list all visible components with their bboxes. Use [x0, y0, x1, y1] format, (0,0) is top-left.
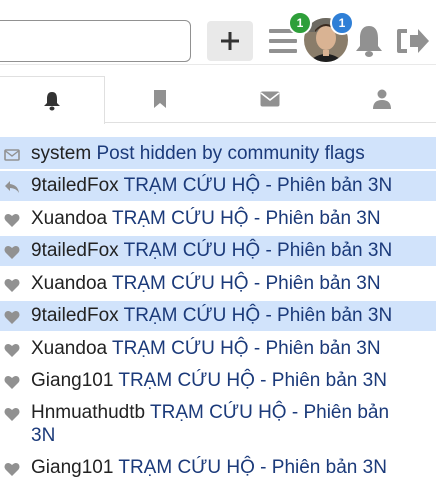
bookmark-icon [154, 90, 166, 108]
plus-icon [221, 32, 239, 50]
notification-text[interactable]: TRẠM CỨU HỘ - Phiên bản 3N [118, 457, 387, 478]
heart-icon [4, 278, 20, 292]
search-input[interactable] [0, 20, 191, 62]
notification-username: Xuandoa [31, 338, 108, 359]
heart-icon [4, 407, 20, 421]
notification-text[interactable]: TRẠM CỨU HỘ - Phiên bản 3N [118, 370, 387, 391]
notification-username: 9tailedFox [31, 175, 119, 196]
heart-icon [4, 343, 20, 357]
heart-icon [4, 213, 20, 227]
notification-username: system [31, 143, 92, 164]
notification-username: Giang101 [31, 370, 114, 391]
notification-text[interactable]: TRẠM CỨU HỘ - Phiên bản 3N [112, 208, 381, 229]
avatar-notification-badge: 1 [330, 11, 354, 35]
site-header: 1 1 [0, 0, 436, 65]
notification-username: 9tailedFox [31, 305, 119, 326]
heart-icon [4, 310, 20, 324]
notification-text[interactable]: TRẠM CỨU HỘ - Phiên bản 3N [112, 273, 381, 294]
heart-icon [4, 375, 20, 389]
notification-item[interactable]: Giang101 TRẠM CỨU HỘ - Phiên bản 3N [0, 366, 436, 396]
tab-messages[interactable] [218, 76, 322, 122]
notification-text[interactable]: TRẠM CỨU HỘ - Phiên bản 3N [124, 305, 393, 326]
notification-text[interactable]: TRẠM CỨU HỘ - Phiên bản 3N [112, 338, 381, 359]
notification-username: Xuandoa [31, 273, 108, 294]
menu-notification-badge: 1 [288, 11, 312, 35]
tab-bookmarks[interactable] [108, 76, 212, 122]
user-menu-tabs [0, 76, 436, 124]
notification-text[interactable]: TRẠM CỨU HỘ - Phiên bản 3N [124, 240, 393, 261]
notification-text[interactable]: TRẠM CỨU HỘ - Phiên bản 3N [124, 175, 393, 196]
bell-icon [44, 91, 60, 110]
notification-text[interactable]: Post hidden by community flags [96, 143, 364, 164]
heart-icon [4, 462, 20, 476]
notification-item[interactable]: 9tailedFox TRẠM CỨU HỘ - Phiên bản 3N [0, 171, 436, 201]
user-icon [373, 89, 391, 109]
heart-icon [4, 245, 20, 259]
bell-icon[interactable] [354, 24, 384, 58]
reply-icon [5, 181, 19, 193]
notification-item[interactable]: Hnmuathudtb TRẠM CỨU HỘ - Phiên bản 3N [0, 398, 436, 450]
envelope-icon [260, 91, 280, 107]
envelope-icon [4, 149, 20, 161]
tabs-divider [104, 122, 436, 123]
create-button[interactable] [207, 21, 253, 61]
notification-item[interactable]: 9tailedFox TRẠM CỨU HỘ - Phiên bản 3N [0, 236, 436, 266]
notification-item[interactable]: Giang101 TRẠM CỨU HỘ - Phiên bản 3N [0, 453, 436, 483]
notification-item[interactable]: Xuandoa TRẠM CỨU HỘ - Phiên bản 3N [0, 204, 436, 234]
notification-username: 9tailedFox [31, 240, 119, 261]
notification-username: Hnmuathudtb [31, 402, 146, 423]
notification-item[interactable]: system Post hidden by community flags [0, 137, 436, 169]
notification-username: Xuandoa [31, 208, 108, 229]
notification-username: Giang101 [31, 457, 114, 478]
tab-profile[interactable] [330, 76, 434, 122]
tab-notifications[interactable] [0, 76, 105, 124]
notification-item[interactable]: Xuandoa TRẠM CỨU HỘ - Phiên bản 3N [0, 334, 436, 364]
logout-icon[interactable] [396, 26, 430, 56]
notification-item[interactable]: Xuandoa TRẠM CỨU HỘ - Phiên bản 3N [0, 269, 436, 299]
notification-item[interactable]: 9tailedFox TRẠM CỨU HỘ - Phiên bản 3N [0, 301, 436, 331]
